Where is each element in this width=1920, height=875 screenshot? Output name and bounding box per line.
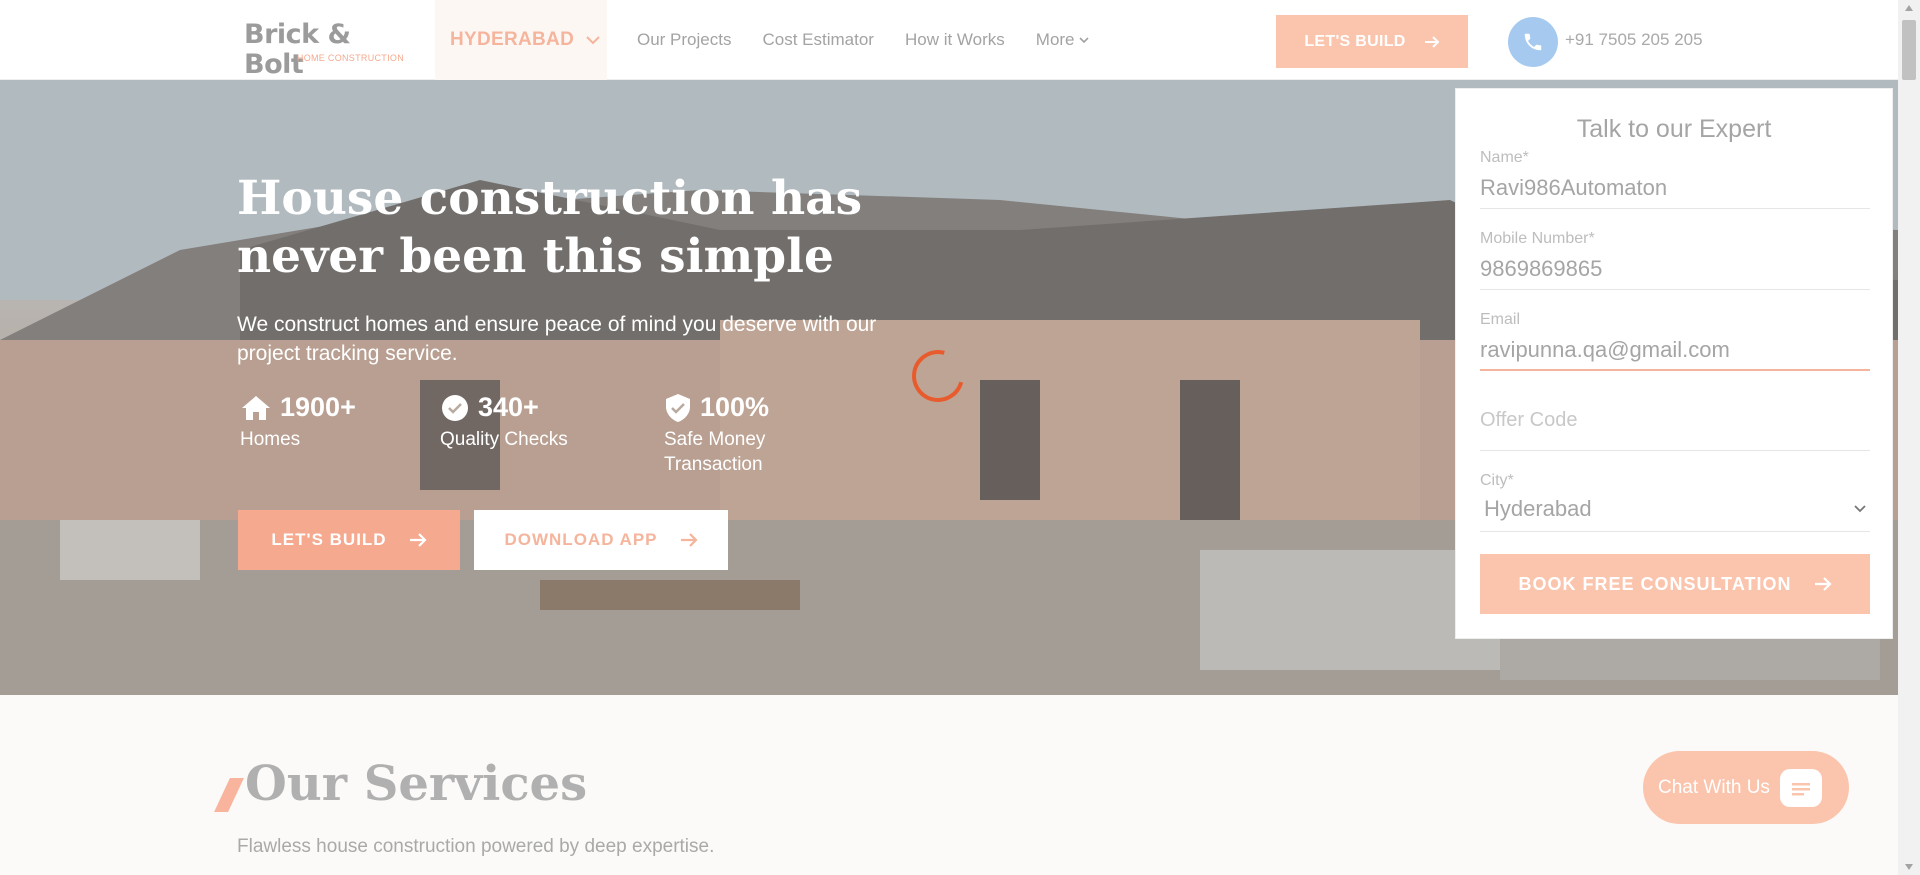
logo-text: Brick & Bolt	[244, 19, 351, 80]
download-app-label: DOWNLOAD APP	[504, 530, 658, 549]
mobile-field[interactable]: Mobile Number* 9869869865	[1480, 230, 1870, 290]
main-nav: Our Projects Cost Estimator How it Works…	[637, 0, 1089, 80]
nav-how-it-works[interactable]: How it Works	[905, 30, 1005, 50]
arrow-right-icon	[409, 533, 427, 547]
email-field[interactable]: Email ravipunna.qa@gmail.com	[1480, 311, 1870, 371]
lets-build-hero-button[interactable]: LET'S BUILD	[238, 510, 460, 570]
services-title: Our Services	[245, 756, 588, 812]
offer-code-field[interactable]: Offer Code	[1480, 409, 1870, 451]
chevron-down-icon	[1854, 505, 1866, 513]
hero-description: We construct homes and ensure peace of m…	[237, 313, 877, 365]
site-header: Brick & Bolt HOME CONSTRUCTION HYDERABAD…	[0, 0, 1898, 80]
chevron-down-icon	[586, 32, 600, 48]
city-select[interactable]: City* Hyderabad	[1480, 472, 1870, 532]
shield-check-icon	[666, 393, 690, 422]
stat-homes-label: Homes	[240, 429, 301, 450]
stat-safe-money-label: Safe Money Transaction	[664, 429, 766, 475]
chat-label: Chat With Us	[1658, 776, 1770, 798]
nav-cost-estimator[interactable]: Cost Estimator	[762, 30, 873, 50]
lets-build-hero-label: LET'S BUILD	[271, 530, 387, 549]
logo-subtext: HOME CONSTRUCTION	[296, 53, 404, 63]
brand-logo[interactable]: Brick & Bolt HOME CONSTRUCTION	[244, 20, 408, 80]
stat-quality-value: 340+	[478, 392, 539, 422]
nav-our-projects[interactable]: Our Projects	[637, 30, 731, 50]
mobile-label: Mobile Number*	[1480, 230, 1595, 247]
nav-more[interactable]: More	[1036, 30, 1089, 50]
phone-number[interactable]: +91 7505 205 205	[1565, 30, 1703, 50]
book-consultation-button[interactable]: BOOK FREE CONSULTATION	[1480, 554, 1870, 614]
scroll-down-arrow-icon[interactable]	[1905, 864, 1913, 870]
city-select-value: Hyderabad	[1484, 496, 1592, 521]
stat-homes: 1900+ Homes	[240, 392, 356, 452]
home-icon	[242, 395, 270, 420]
email-value: ravipunna.qa@gmail.com	[1480, 337, 1730, 362]
city-selector[interactable]: HYDERABAD	[435, 0, 607, 80]
lets-build-header-button[interactable]: LET'S BUILD	[1276, 15, 1468, 68]
phone-button[interactable]	[1508, 17, 1558, 67]
stat-quality: 340+ Quality Checks	[440, 392, 568, 452]
email-label: Email	[1480, 311, 1521, 328]
name-label: Name*	[1480, 149, 1529, 166]
stat-homes-value: 1900+	[280, 392, 356, 422]
stat-quality-label: Quality Checks	[440, 429, 568, 450]
chat-bubble-icon	[1779, 768, 1822, 807]
scroll-up-arrow-icon[interactable]	[1905, 5, 1913, 11]
phone-icon	[1524, 33, 1542, 51]
check-badge-icon	[442, 394, 468, 421]
arrow-right-icon	[680, 533, 698, 547]
stat-safe-money-value: 100%	[700, 392, 770, 422]
chevron-down-icon	[1078, 36, 1089, 43]
lets-build-header-label: LET'S BUILD	[1304, 32, 1406, 50]
stat-safe-money: 100% Safe Money Transaction	[664, 392, 804, 477]
services-subtitle: Flawless house construction powered by d…	[237, 836, 715, 857]
chat-with-us-button[interactable]: Chat With Us	[1643, 751, 1849, 824]
mobile-value: 9869869865	[1480, 256, 1603, 281]
hero-title: House construction has never been this s…	[237, 171, 863, 284]
services-accent-mark	[214, 778, 244, 812]
book-consultation-label: BOOK FREE CONSULTATION	[1518, 573, 1792, 594]
arrow-right-icon	[1424, 35, 1440, 48]
nav-more-label: More	[1035, 30, 1075, 49]
city-selector-label: HYDERABAD	[450, 29, 575, 50]
city-label: City*	[1480, 472, 1514, 489]
scrollbar-thumb[interactable]	[1902, 20, 1916, 80]
form-title: Talk to our Expert	[1576, 115, 1772, 143]
arrow-right-icon	[1814, 577, 1832, 591]
download-app-button[interactable]: DOWNLOAD APP	[474, 510, 728, 570]
page-scrollbar[interactable]	[1898, 0, 1920, 875]
name-value: Ravi986Automaton	[1480, 175, 1668, 200]
consultation-form: Talk to our Expert Name* Ravi986Automato…	[1455, 88, 1893, 639]
name-field[interactable]: Name* Ravi986Automaton	[1480, 149, 1870, 209]
offer-code-placeholder: Offer Code	[1480, 409, 1578, 431]
